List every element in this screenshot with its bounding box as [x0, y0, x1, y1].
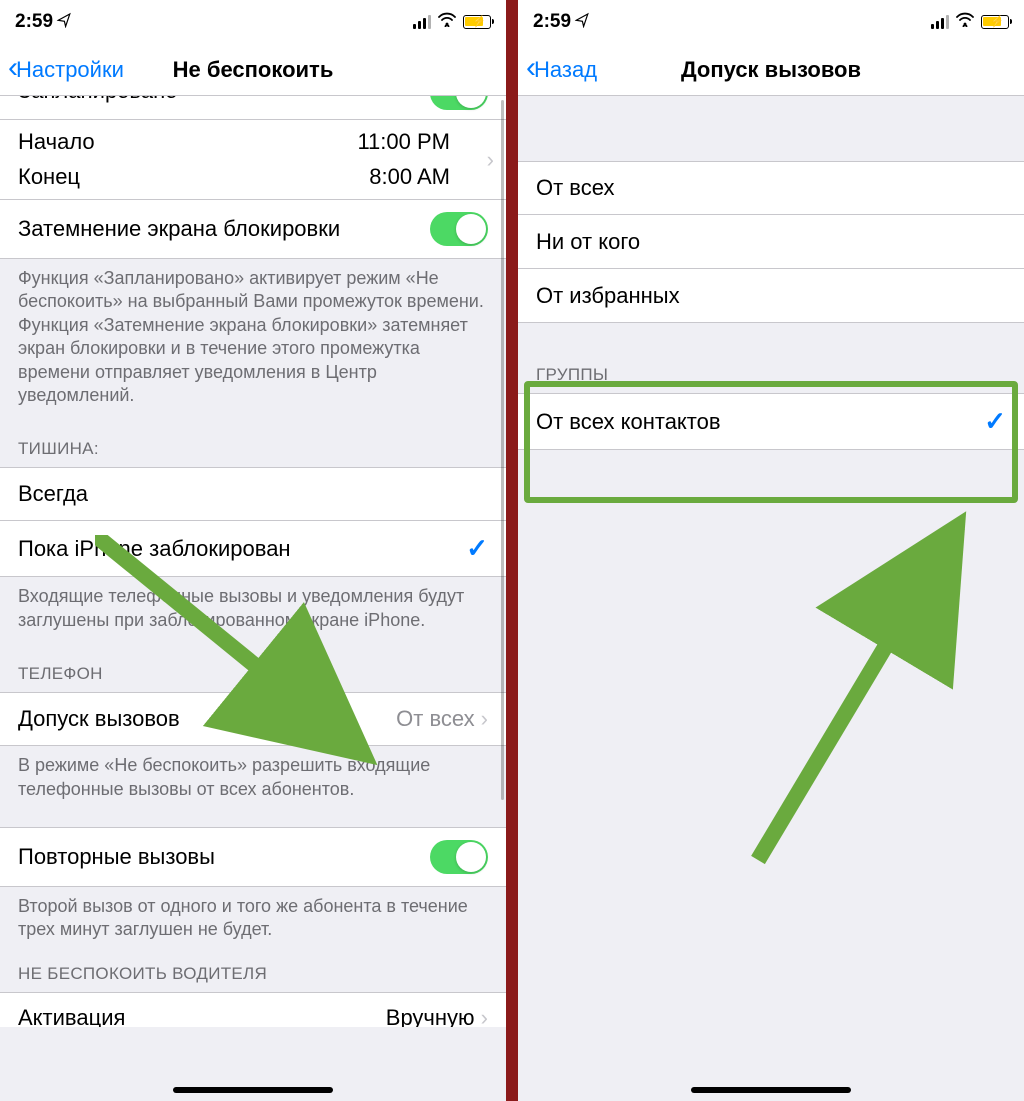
silence-always-label: Всегда [18, 481, 88, 507]
scheduled-toggle[interactable] [430, 96, 488, 110]
home-indicator[interactable] [691, 1087, 851, 1093]
allow-calls-footer: В режиме «Не беспокоить» разрешить входя… [0, 746, 506, 813]
scroll-indicator [501, 100, 504, 800]
checkmark-icon: ✓ [984, 406, 1006, 437]
activation-row[interactable]: Активация Вручную › [0, 992, 506, 1027]
silence-footer: Входящие телефонные вызовы и уведомления… [0, 577, 506, 644]
option-all-contacts-row[interactable]: От всех контактов ✓ [518, 393, 1024, 450]
page-title: Допуск вызовов [681, 57, 861, 83]
back-label: Назад [534, 57, 597, 83]
silence-always-row[interactable]: Всегда [0, 467, 506, 521]
nav-bar: ‹ Настройки Не беспокоить [0, 44, 506, 96]
silence-header: ТИШИНА: [0, 419, 506, 467]
screenshot-divider [506, 0, 518, 1101]
nav-bar: ‹ Назад Допуск вызовов [518, 44, 1024, 96]
status-time: 2:59 [15, 11, 53, 33]
silence-locked-label: Пока iPhone заблокирован [18, 536, 291, 562]
cellular-signal-icon [413, 15, 431, 29]
location-services-icon [56, 12, 73, 32]
dim-lock-toggle[interactable] [430, 212, 488, 246]
repeated-calls-row[interactable]: Повторные вызовы [0, 827, 506, 887]
allow-calls-row[interactable]: Допуск вызовов От всех › [0, 692, 506, 746]
option-favorites-row[interactable]: От избранных [518, 269, 1024, 323]
annotation-arrow [728, 500, 998, 880]
option-noone-row[interactable]: Ни от кого [518, 215, 1024, 269]
groups-header: ГРУППЫ [518, 323, 1024, 393]
option-noone-label: Ни от кого [536, 229, 640, 255]
wifi-icon [437, 11, 457, 33]
right-screen: 2:59 ⚡ ‹ Назад Допуск вызовов От вс [518, 0, 1024, 1101]
scheduled-label: Запланировано [18, 96, 177, 104]
repeated-calls-footer: Второй вызов от одного и того же абонент… [0, 887, 506, 954]
scheduled-row-partial[interactable]: Запланировано [0, 96, 506, 120]
page-title: Не беспокоить [173, 57, 334, 83]
driver-header: НЕ БЕСПОКОИТЬ ВОДИТЕЛЯ [0, 954, 506, 992]
left-screen: 2:59 ⚡ ‹ Настройки Не беспокоить [0, 0, 506, 1101]
back-button[interactable]: ‹ Назад [526, 55, 597, 85]
repeated-calls-label: Повторные вызовы [18, 844, 215, 870]
dim-lock-row[interactable]: Затемнение экрана блокировки [0, 200, 506, 259]
phone-header: ТЕЛЕФОН [0, 644, 506, 692]
repeated-calls-toggle[interactable] [430, 840, 488, 874]
status-bar: 2:59 ⚡ [518, 0, 1024, 44]
battery-icon: ⚡ [981, 15, 1009, 29]
chevron-right-icon: › [481, 1005, 488, 1027]
option-all-contacts-label: От всех контактов [536, 409, 721, 435]
scheduled-footer: Функция «Запланировано» активирует режим… [0, 259, 506, 419]
chevron-right-icon: › [487, 147, 494, 173]
location-services-icon [574, 12, 591, 32]
end-value: 8:00 AM [369, 164, 450, 190]
option-everyone-label: От всех [536, 175, 615, 201]
checkmark-icon: ✓ [466, 533, 488, 564]
option-favorites-label: От избранных [536, 283, 680, 309]
wifi-icon [955, 11, 975, 33]
cellular-signal-icon [931, 15, 949, 29]
start-value: 11:00 PM [357, 129, 450, 155]
dim-lock-label: Затемнение экрана блокировки [18, 216, 340, 242]
allow-calls-value: От всех [396, 706, 475, 732]
back-button[interactable]: ‹ Настройки [8, 55, 124, 85]
back-label: Настройки [16, 57, 124, 83]
scroll-content[interactable]: Запланировано Начало 11:00 PM Конец 8:00… [0, 96, 506, 1027]
home-indicator[interactable] [173, 1087, 333, 1093]
schedule-time-row[interactable]: Начало 11:00 PM Конец 8:00 AM › [0, 120, 506, 200]
silence-locked-row[interactable]: Пока iPhone заблокирован ✓ [0, 521, 506, 577]
activation-value: Вручную [386, 1005, 475, 1027]
activation-label: Активация [18, 1005, 125, 1027]
status-bar: 2:59 ⚡ [0, 0, 506, 44]
start-label: Начало [18, 129, 95, 155]
status-time: 2:59 [533, 11, 571, 33]
allow-calls-label: Допуск вызовов [18, 706, 180, 732]
chevron-right-icon: › [481, 706, 488, 732]
option-everyone-row[interactable]: От всех [518, 161, 1024, 215]
end-label: Конец [18, 164, 80, 190]
battery-icon: ⚡ [463, 15, 491, 29]
